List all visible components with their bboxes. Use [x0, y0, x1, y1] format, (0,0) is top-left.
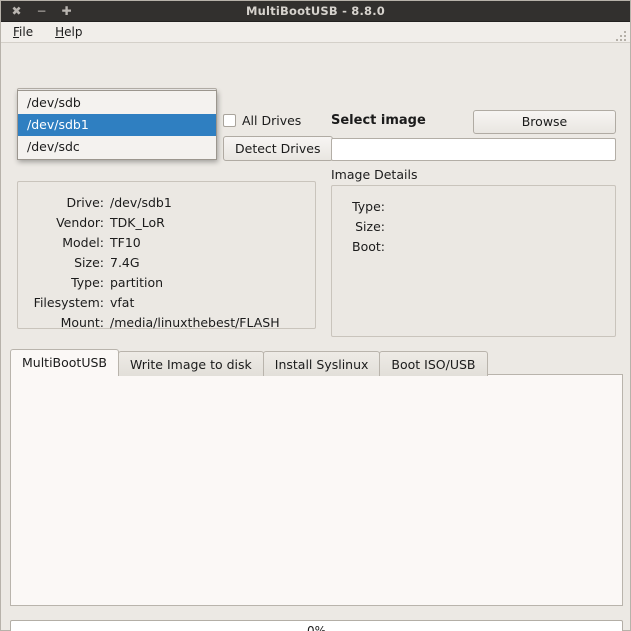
- drive-detail-row: Drive: /dev/sdb1: [18, 192, 315, 212]
- image-detail-label: Type:: [352, 198, 385, 214]
- image-detail-row: Size:: [332, 216, 615, 236]
- window-title: MultiBootUSB - 8.8.0: [246, 4, 385, 18]
- image-detail-row: Type:: [332, 196, 615, 216]
- all-drives-row: All Drives: [223, 113, 301, 128]
- drive-detail-value: TDK_LoR: [110, 214, 165, 230]
- image-detail-label: Boot:: [352, 238, 385, 254]
- image-detail-label: Size:: [355, 218, 385, 234]
- drive-detail-row: Model: TF10: [18, 232, 315, 252]
- detect-drives-button[interactable]: Detect Drives: [223, 136, 333, 161]
- resize-grip[interactable]: [616, 29, 627, 41]
- drive-detail-label: Drive:: [66, 194, 104, 210]
- drive-detail-label: Filesystem:: [33, 294, 104, 310]
- drive-detail-value: /dev/sdb1: [110, 194, 172, 210]
- image-details-panel: Type: Size: Boot:: [331, 185, 616, 337]
- image-path-input[interactable]: [331, 138, 616, 161]
- drive-detail-label: Type:: [71, 274, 104, 290]
- tab-bar: MultiBootUSB Write Image to disk Install…: [10, 349, 488, 376]
- drive-detail-label: Size:: [74, 254, 104, 270]
- window-controls: ✖ − ✚: [1, 4, 73, 18]
- menu-bar: File Help: [1, 22, 630, 43]
- browse-button[interactable]: Browse: [473, 110, 616, 134]
- image-details-label: Image Details: [331, 167, 418, 182]
- menu-item-file[interactable]: File: [9, 24, 37, 40]
- drive-option-sdb1[interactable]: /dev/sdb1: [18, 114, 216, 136]
- drive-detail-value: /media/linuxthebest/FLASH: [110, 314, 280, 330]
- menu-file-rest: ile: [19, 25, 34, 39]
- drive-detail-row: Size: 7.4G: [18, 252, 315, 272]
- tab-install-syslinux[interactable]: Install Syslinux: [262, 351, 381, 376]
- drive-detail-value: vfat: [110, 294, 135, 310]
- title-bar: ✖ − ✚ MultiBootUSB - 8.8.0: [1, 1, 630, 22]
- menu-help-rest: elp: [64, 25, 83, 39]
- drive-detail-value: TF10: [110, 234, 141, 250]
- app-window: ✖ − ✚ MultiBootUSB - 8.8.0 File Help /de…: [0, 0, 631, 631]
- drive-detail-label: Mount:: [60, 314, 104, 330]
- drive-details-panel: Drive: /dev/sdb1 Vendor: TDK_LoR Model: …: [17, 181, 316, 332]
- drive-detail-row: Filesystem: vfat: [18, 292, 315, 312]
- menu-help-accel: H: [55, 25, 65, 39]
- drive-select-dropdown[interactable]: /dev/sdb /dev/sdb1 /dev/sdc: [17, 90, 217, 160]
- drive-detail-value: 7.4G: [110, 254, 140, 270]
- drive-detail-row: Type: partition: [18, 272, 315, 292]
- minimize-icon[interactable]: −: [35, 4, 48, 18]
- tab-boot-iso-usb[interactable]: Boot ISO/USB: [379, 351, 488, 376]
- progress-label: 0%: [306, 624, 327, 631]
- tab-multibootusb[interactable]: MultiBootUSB: [10, 349, 119, 376]
- close-icon[interactable]: ✖: [10, 4, 23, 18]
- drive-detail-row: Vendor: TDK_LoR: [18, 212, 315, 232]
- drive-detail-label: Model:: [62, 234, 104, 250]
- drive-detail-row: Mount: /media/linuxthebest/FLASH: [18, 312, 315, 332]
- select-image-label: Select image: [331, 113, 426, 128]
- progress-bar: 0%: [10, 620, 623, 631]
- tab-write-image-to-disk[interactable]: Write Image to disk: [118, 351, 264, 376]
- drive-option-sdc[interactable]: /dev/sdc: [18, 136, 216, 158]
- all-drives-label: All Drives: [242, 113, 302, 128]
- image-detail-row: Boot:: [332, 236, 615, 256]
- tab-panel: [10, 374, 623, 606]
- menu-item-help[interactable]: Help: [51, 24, 86, 40]
- drive-detail-value: partition: [110, 274, 164, 290]
- maximize-icon[interactable]: ✚: [60, 4, 73, 18]
- drive-option-sdb[interactable]: /dev/sdb: [18, 92, 216, 114]
- all-drives-checkbox[interactable]: [223, 114, 236, 127]
- drive-detail-label: Vendor:: [56, 214, 104, 230]
